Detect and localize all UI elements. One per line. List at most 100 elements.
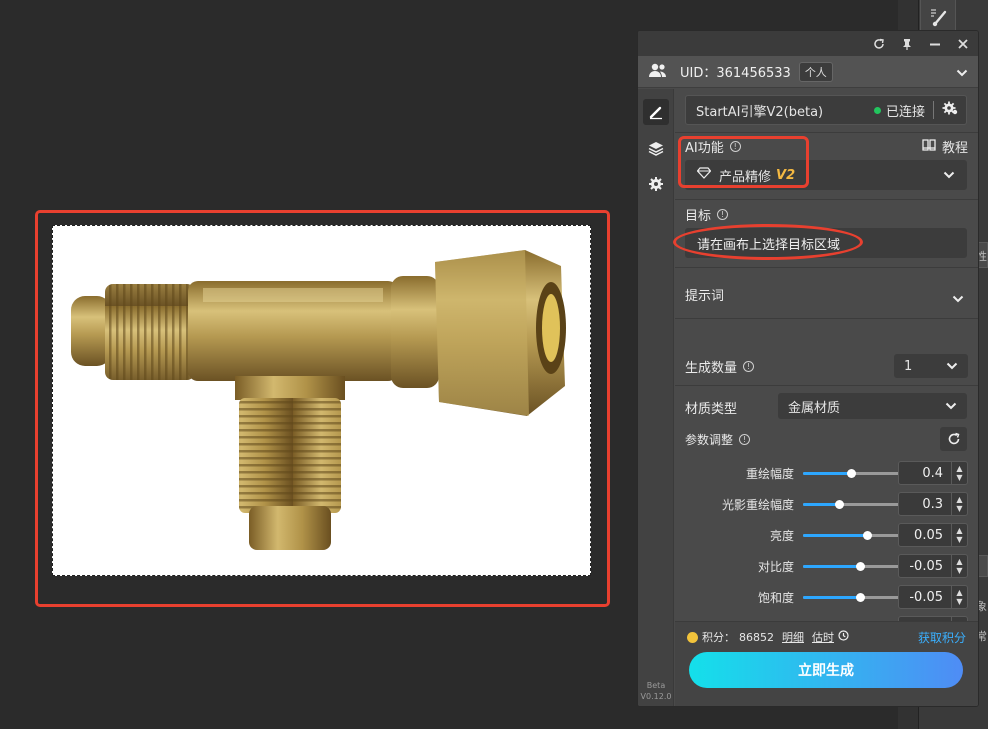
material-heading: 材质类型 <box>685 398 737 417</box>
estimate-link[interactable]: 估时 <box>812 629 834 645</box>
pin-icon[interactable] <box>900 37 914 51</box>
info-icon[interactable]: ! <box>743 361 755 372</box>
slider-fill <box>803 503 840 506</box>
slider-value: 0.05 <box>914 528 943 543</box>
brush-icon[interactable] <box>642 99 669 125</box>
divider <box>675 132 978 133</box>
engine-name: StartAI引擎V2(beta) <box>696 104 824 120</box>
version-number: V0.12.0 <box>640 692 672 701</box>
slider-handle[interactable] <box>856 593 866 602</box>
slider-row: 重绘幅度 0.4 ▲ ▼ <box>675 461 978 485</box>
value-stepper[interactable]: -0.05 ▲ ▼ <box>898 585 968 609</box>
target-heading: 目标 ! <box>685 205 729 224</box>
params-heading: 参数调整 ! <box>685 431 751 448</box>
slider-label: 对比度 <box>757 560 794 574</box>
generate-button[interactable]: 立即生成 <box>689 652 963 688</box>
version-label: Beta V0.12.0 <box>638 680 674 702</box>
divider <box>675 318 978 319</box>
value-stepper[interactable]: 0.4 ▲ ▼ <box>898 461 968 485</box>
params-label: 参数调整 <box>685 433 734 447</box>
slider-fill <box>803 472 852 475</box>
document-canvas[interactable] <box>52 225 591 576</box>
count-label: 生成数量 <box>685 361 738 376</box>
uid-label: UID：361456533 <box>680 66 791 81</box>
slider-handle[interactable] <box>847 469 857 478</box>
panel-titlebar <box>638 31 978 56</box>
chevron-down-icon[interactable] <box>956 62 968 81</box>
panel-footer: 积分： 86852 明细 估时 获取积分 立即生成 <box>675 621 978 706</box>
value-stepper[interactable]: -0.05 ▲ ▼ <box>898 554 968 578</box>
slider-row: 亮度 0.05 ▲ ▼ <box>675 523 978 547</box>
target-annotation <box>673 224 863 260</box>
product-image <box>71 250 566 550</box>
divider <box>933 101 934 119</box>
material-value: 金属材质 <box>788 400 841 416</box>
slider-handle[interactable] <box>835 500 845 509</box>
count-value: 1 <box>904 358 913 374</box>
slider-label: 饱和度 <box>757 591 794 605</box>
slider-row: 光影重绘幅度 0.3 ▲ ▼ <box>675 492 978 516</box>
material-select[interactable]: 金属材质 <box>778 393 967 419</box>
users-icon <box>648 62 668 82</box>
target-label: 目标 <box>685 209 712 224</box>
points-info: 积分： 86852 明细 估时 <box>687 629 849 645</box>
prompt-heading[interactable]: 提示词 <box>685 285 724 304</box>
settings-gear-icon[interactable] <box>942 100 958 120</box>
divider <box>675 385 978 386</box>
stepper-arrows[interactable]: ▲▼ <box>951 493 967 515</box>
value-stepper[interactable]: 0.3 ▲ ▼ <box>898 492 968 516</box>
host-brush-tool-icon[interactable] <box>920 0 956 34</box>
chevron-down-icon <box>946 359 958 374</box>
slider-fill <box>803 565 861 568</box>
details-link[interactable]: 明细 <box>782 629 804 645</box>
tutorial-link[interactable]: 教程 <box>922 137 968 156</box>
refresh-icon[interactable] <box>872 37 886 51</box>
slider-handle[interactable] <box>862 531 872 540</box>
slider-value: 0.3 <box>922 497 943 512</box>
slider-label: 重绘幅度 <box>745 467 794 481</box>
ai-function-annotation <box>678 136 809 188</box>
slider-label: 亮度 <box>769 529 794 543</box>
slider-handle[interactable] <box>856 562 866 571</box>
count-heading: 生成数量 ! <box>685 357 755 376</box>
stepper-arrows[interactable]: ▲▼ <box>951 524 967 546</box>
slider-fill <box>803 534 867 537</box>
book-icon <box>922 138 936 155</box>
chevron-down-icon <box>943 168 955 183</box>
divider <box>675 267 978 268</box>
points-value: 86852 <box>739 630 774 644</box>
tutorial-label: 教程 <box>941 141 968 156</box>
slider-value: 0.4 <box>922 466 943 481</box>
chevron-down-icon[interactable] <box>952 288 964 307</box>
slider-value: -0.05 <box>909 559 943 574</box>
slider-value: -0.05 <box>909 590 943 605</box>
slider-label: 光影重绘幅度 <box>721 498 794 512</box>
gear-icon[interactable] <box>643 171 669 197</box>
minimize-icon[interactable] <box>928 37 942 51</box>
info-icon[interactable]: ! <box>717 209 729 220</box>
version-tag: Beta <box>646 681 666 690</box>
close-icon[interactable] <box>956 37 970 51</box>
panel-sidebar: Beta V0.12.0 <box>638 89 674 706</box>
connection-status: 已连接 <box>885 104 925 120</box>
engine-selector[interactable]: StartAI引擎V2(beta) 已连接 <box>685 95 967 125</box>
get-points-link[interactable]: 获取积分 <box>918 629 966 646</box>
material-label: 材质类型 <box>685 402 738 417</box>
reset-icon[interactable] <box>940 427 967 451</box>
value-stepper[interactable]: 0.05 ▲ ▼ <box>898 523 968 547</box>
stepper-arrows[interactable]: ▲▼ <box>951 462 967 484</box>
account-type-badge: 个人 <box>798 61 833 82</box>
info-icon[interactable]: ! <box>739 434 751 445</box>
divider <box>675 199 978 200</box>
stepper-arrows[interactable]: ▲▼ <box>951 586 967 608</box>
coin-icon <box>687 631 698 643</box>
clock-icon <box>838 630 849 644</box>
prompt-label: 提示词 <box>685 289 725 304</box>
count-select[interactable]: 1 <box>894 354 968 378</box>
slider-row: 对比度 -0.05 ▲ ▼ <box>675 554 978 578</box>
chevron-down-icon <box>945 399 957 414</box>
connection-status-dot <box>873 106 881 114</box>
stepper-arrows[interactable]: ▲▼ <box>951 555 967 577</box>
account-bar[interactable]: UID：361456533 个人 <box>638 56 978 88</box>
layers-icon[interactable] <box>643 135 669 161</box>
